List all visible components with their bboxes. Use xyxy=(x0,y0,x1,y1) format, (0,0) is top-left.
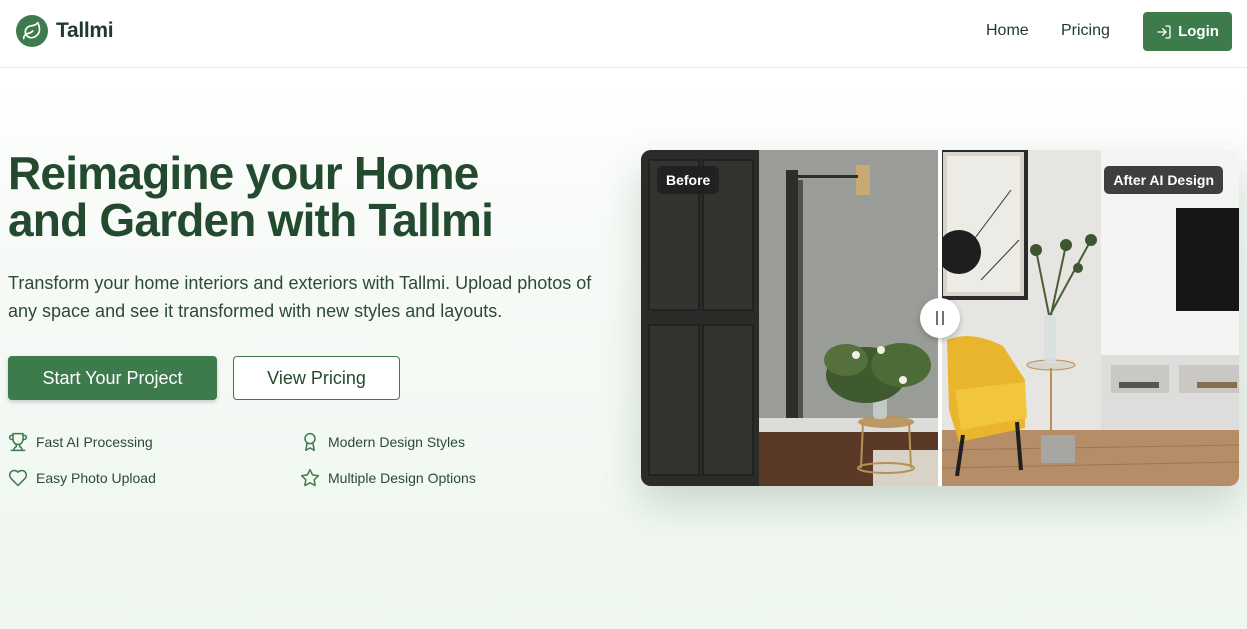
feature-label: Multiple Design Options xyxy=(328,470,476,486)
hero-subtitle: Transform your home interiors and exteri… xyxy=(8,273,592,321)
heart-icon xyxy=(8,469,28,487)
before-after-comparison[interactable]: Before After AI Design xyxy=(641,150,1239,486)
brand-logo[interactable]: Tallmi xyxy=(16,15,114,47)
trophy-icon xyxy=(8,432,28,452)
site-header: Tallmi Home Pricing Login xyxy=(0,0,1247,68)
feature-item: Modern Design Styles xyxy=(300,432,465,452)
login-icon xyxy=(1157,24,1171,39)
start-project-button[interactable]: Start Your Project xyxy=(8,356,217,400)
nav-pricing-link[interactable]: Pricing xyxy=(1061,22,1110,40)
before-image xyxy=(641,150,939,486)
feature-item: Fast AI Processing xyxy=(8,432,153,452)
feature-label: Modern Design Styles xyxy=(328,434,465,450)
after-badge: After AI Design xyxy=(1104,166,1223,194)
comparison-slider-handle[interactable] xyxy=(920,298,960,338)
before-badge: Before xyxy=(657,166,720,194)
hero-title: Reimagine your Home and Garden with Tall… xyxy=(8,147,494,246)
brand-name: Tallmi xyxy=(56,19,114,42)
login-button[interactable]: Login xyxy=(1143,12,1232,51)
award-icon xyxy=(304,432,316,452)
feature-label: Fast AI Processing xyxy=(36,434,153,450)
leaf-icon xyxy=(16,15,48,47)
feature-item: Easy Photo Upload xyxy=(8,468,156,488)
star-icon xyxy=(300,468,320,487)
view-pricing-button[interactable]: View Pricing xyxy=(233,356,400,400)
after-image xyxy=(941,150,1239,486)
feature-label: Easy Photo Upload xyxy=(36,470,156,486)
login-label: Login xyxy=(1178,23,1219,40)
nav-home-link[interactable]: Home xyxy=(986,22,1029,40)
feature-item: Multiple Design Options xyxy=(300,468,476,488)
